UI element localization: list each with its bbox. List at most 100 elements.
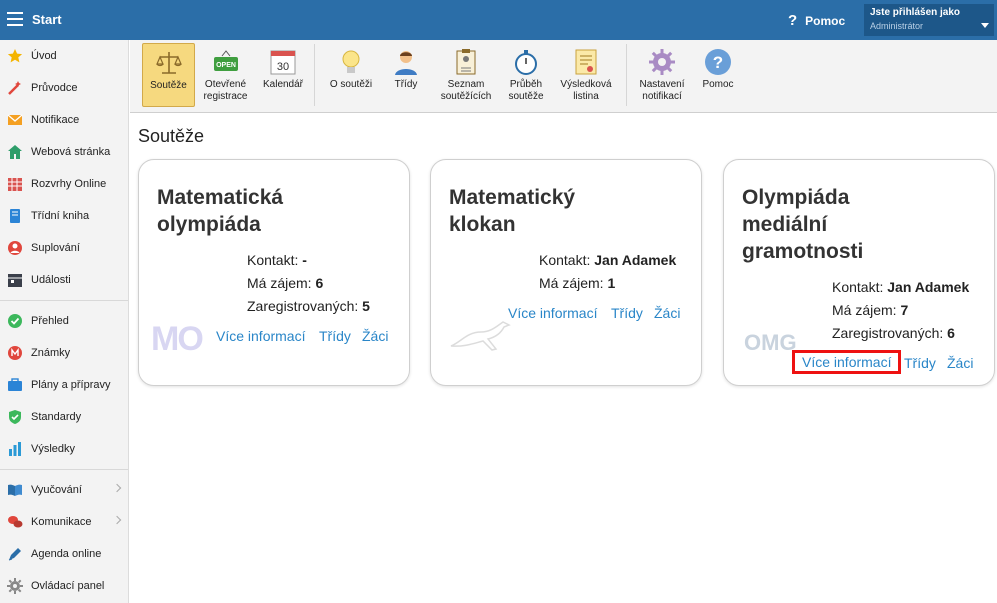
tool-label: Průběh xyxy=(509,79,543,90)
registered-value: 5 xyxy=(362,298,370,314)
user-menu[interactable]: Jste přihlášen jako Administrátor xyxy=(864,4,994,36)
scales-icon xyxy=(155,52,182,74)
settings-gear-icon xyxy=(649,49,675,75)
sidebar-item-notifikace[interactable]: Notifikace xyxy=(0,104,128,136)
svg-text:?: ? xyxy=(713,53,723,72)
tool-label: Kalendář xyxy=(262,79,304,90)
tool-label: soutěžících xyxy=(440,91,492,102)
sidebar: Úvod Průvodce Notifikace Webová stránka … xyxy=(0,40,129,603)
tool-label: Nastavení xyxy=(639,79,685,90)
help-link[interactable]: ? Pomoc xyxy=(788,12,845,29)
sidebar-item-label: Úvod xyxy=(31,50,57,62)
tool-label: O soutěži xyxy=(329,79,373,90)
user-label: Jste přihlášen jako xyxy=(870,7,961,18)
app-title[interactable]: Start xyxy=(32,12,62,27)
classes-link[interactable]: Třídy xyxy=(611,305,643,321)
shield-check-icon xyxy=(9,410,21,424)
check-circle-icon xyxy=(8,314,22,328)
sidebar-item-ovladaci-panel[interactable]: Ovládací panel xyxy=(0,570,128,602)
sidebar-item-label: Komunikace xyxy=(31,516,92,528)
sidebar-item-prehled[interactable]: Přehled xyxy=(0,305,128,337)
tool-label: registrace xyxy=(203,91,248,102)
more-info-link[interactable]: Více informací xyxy=(508,305,597,321)
more-info-link[interactable]: Více informací xyxy=(792,350,902,374)
interest-value: 7 xyxy=(900,302,909,318)
card-title-line: Olympiáda xyxy=(742,186,850,209)
lightbulb-icon xyxy=(342,50,360,73)
toolbar-divider xyxy=(314,44,315,106)
contact-line: Kontakt: Jan Adamek xyxy=(539,252,676,268)
toolbar-divider xyxy=(626,44,627,106)
hamburger-menu-icon[interactable] xyxy=(7,12,23,26)
sidebar-item-webova-stranka[interactable]: Webová stránka xyxy=(0,136,128,168)
sidebar-item-uvod[interactable]: Úvod xyxy=(0,40,128,72)
interest-line: Má zájem: 6 xyxy=(247,275,323,291)
sidebar-item-plany-a-pripravy[interactable]: Plány a přípravy xyxy=(0,369,128,401)
tool-otevrene-registrace[interactable]: OPEN Otevřené registrace xyxy=(198,43,253,107)
students-link[interactable]: Žáci xyxy=(654,305,680,321)
interest-label: Má zájem: xyxy=(247,275,312,291)
tool-souteze[interactable]: Soutěže xyxy=(142,43,195,107)
sidebar-item-label: Plány a přípravy xyxy=(31,379,111,391)
card-title: Matematický klokan xyxy=(449,184,679,238)
sidebar-item-agenda-online[interactable]: Agenda online xyxy=(0,538,128,570)
tool-label: Seznam xyxy=(447,79,485,90)
events-icon xyxy=(8,274,22,287)
students-link[interactable]: Žáci xyxy=(947,355,973,371)
interest-value: 1 xyxy=(607,275,616,291)
interest-line: Má zájem: 7 xyxy=(832,302,908,318)
help-label: Pomoc xyxy=(805,13,846,28)
help-icon: ? xyxy=(788,12,798,29)
tool-nastaveni-notifikaci[interactable]: Nastavení notifikací xyxy=(634,43,690,107)
sidebar-item-label: Agenda online xyxy=(31,548,102,560)
tool-prubeh-souteze[interactable]: Průběh soutěže xyxy=(502,43,550,107)
toolbar: Soutěže OPEN Otevřené registrace 30 Kale… xyxy=(130,40,997,113)
tool-tridy[interactable]: Třídy xyxy=(384,43,428,107)
chevron-right-icon xyxy=(112,483,122,493)
sidebar-item-label: Webová stránka xyxy=(31,146,111,158)
sidebar-item-udalosti[interactable]: Události xyxy=(0,264,128,296)
open-sign-icon: OPEN xyxy=(213,50,238,71)
chevron-right-icon xyxy=(112,515,122,525)
registered-line: Zaregistrovaných: 6 xyxy=(832,325,955,341)
stopwatch-icon xyxy=(515,50,537,75)
tool-vysledkova-listina[interactable]: Výsledková listina xyxy=(556,43,616,107)
sidebar-item-rozvrhy-online[interactable]: Rozvrhy Online xyxy=(0,168,128,200)
classes-link[interactable]: Třídy xyxy=(319,328,351,344)
sidebar-item-label: Vyučování xyxy=(31,484,82,496)
sidebar-item-znamky[interactable]: Známky xyxy=(0,337,128,369)
more-info-link[interactable]: Více informací xyxy=(216,328,305,344)
sidebar-item-suplovani[interactable]: Suplování xyxy=(0,232,128,264)
tool-kalendar[interactable]: 30 Kalendář xyxy=(258,43,308,107)
students-icon xyxy=(395,51,417,75)
students-link[interactable]: Žáci xyxy=(362,328,388,344)
contact-label: Kontakt: xyxy=(247,252,299,268)
sidebar-item-label: Rozvrhy Online xyxy=(31,178,107,190)
chat-icon xyxy=(8,516,23,528)
sidebar-item-vysledky[interactable]: Výsledky xyxy=(0,433,128,465)
sidebar-item-label: Třídní kniha xyxy=(31,210,90,222)
sidebar-item-tridni-kniha[interactable]: Třídní kniha xyxy=(0,200,128,232)
card-title: Matematická olympiáda xyxy=(157,184,387,238)
card-title-line: mediální xyxy=(742,213,828,236)
bar-chart-icon xyxy=(9,442,21,456)
sidebar-item-standardy[interactable]: Standardy xyxy=(0,401,128,433)
card-title: Olympiáda mediální gramotnosti xyxy=(742,184,972,265)
classes-link[interactable]: Třídy xyxy=(904,355,936,371)
tool-label: Otevřené xyxy=(204,79,247,90)
calendar-day: 30 xyxy=(277,61,289,73)
sidebar-item-vyucovani[interactable]: Vyučování xyxy=(0,474,128,506)
tool-seznam-soutezicich[interactable]: Seznam soutěžících xyxy=(436,43,496,107)
calendar-grid-icon xyxy=(8,178,22,191)
sidebar-item-komunikace[interactable]: Komunikace xyxy=(0,506,128,538)
competition-card: Matematický klokan Kontakt: Jan Adamek M… xyxy=(430,159,702,386)
registered-line: Zaregistrovaných: 5 xyxy=(247,298,370,314)
sidebar-divider xyxy=(0,300,128,301)
tool-o-soutezi[interactable]: O soutěži xyxy=(324,43,378,107)
sidebar-item-pruvodce[interactable]: Průvodce xyxy=(0,72,128,104)
registered-value: 6 xyxy=(947,325,955,341)
sidebar-item-label: Notifikace xyxy=(31,114,80,126)
tool-pomoc[interactable]: ? Pomoc xyxy=(696,43,740,107)
envelope-icon xyxy=(7,114,23,125)
tool-label: Soutěže xyxy=(150,80,187,91)
